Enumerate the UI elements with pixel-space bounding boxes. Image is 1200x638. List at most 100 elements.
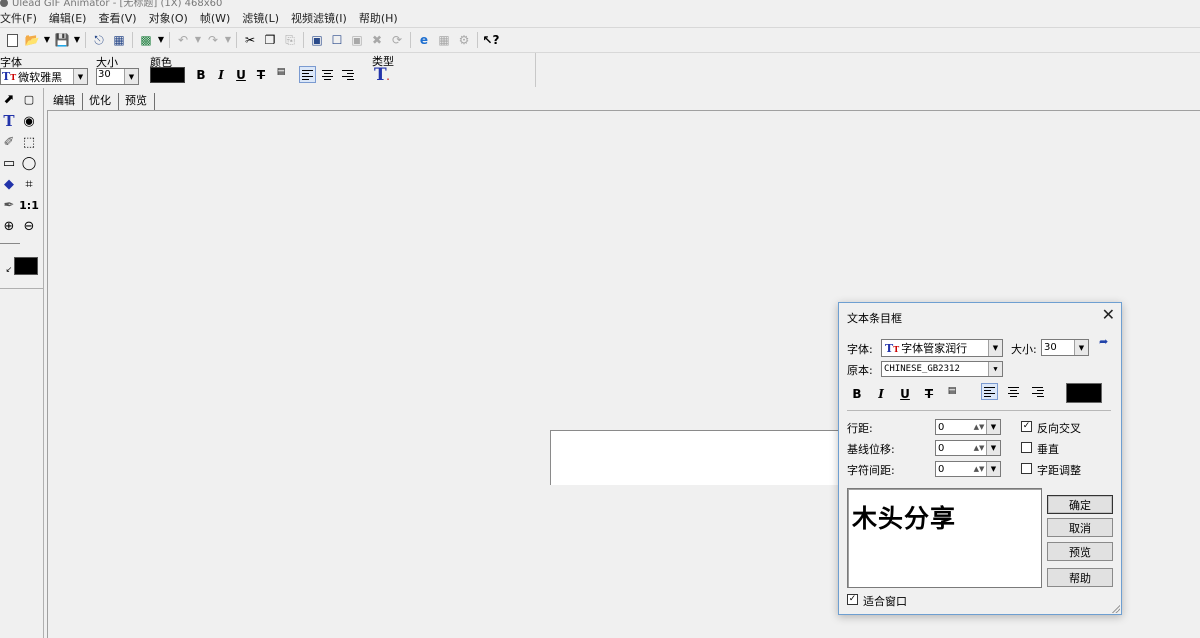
spinner-dropdown-icon[interactable]: ▼ — [986, 420, 1000, 434]
duplicate-frame-icon[interactable]: ☐ — [329, 32, 345, 48]
add-image-icon[interactable]: ⎋ — [91, 32, 107, 48]
tab-preview[interactable]: 预览 — [119, 93, 155, 110]
cancel-button[interactable]: 取消 — [1047, 518, 1113, 537]
open-folder-icon[interactable]: 📂 — [24, 32, 40, 48]
text-entry-area[interactable]: 木头分享 — [847, 488, 1042, 588]
zoom-in-icon[interactable]: ⊕ — [0, 217, 18, 235]
dialog-script-dropdown-icon[interactable]: ▼ — [988, 362, 1002, 376]
spinner-updown-icon[interactable]: ▲▼ — [972, 420, 986, 434]
tab-optimize[interactable]: 优化 — [83, 93, 119, 110]
settings-icon[interactable]: ⚙ — [456, 32, 472, 48]
redo-dropdown-icon[interactable]: ▼ — [224, 32, 232, 48]
text-tool-icon[interactable]: T — [0, 112, 18, 130]
play-tool-icon[interactable]: ◉ — [20, 112, 38, 130]
crop-icon[interactable]: ✖ — [369, 32, 385, 48]
dialog-font-select[interactable]: TT 字体管家润行 ▼ — [881, 339, 1003, 357]
baseline-spinner[interactable]: 0 ▲▼ ▼ — [935, 440, 1001, 456]
copy-icon[interactable]: ❐ — [262, 32, 278, 48]
vertical-checkbox[interactable] — [1021, 442, 1032, 453]
menu-object[interactable]: 对象(O) — [143, 10, 194, 26]
dialog-bold-button[interactable]: B — [849, 387, 865, 401]
tab-edit[interactable]: 编辑 — [47, 93, 83, 110]
align-left-button[interactable] — [299, 66, 316, 83]
help-pointer-icon[interactable]: ↖? — [483, 32, 500, 48]
menu-view[interactable]: 查看(V) — [92, 10, 142, 26]
spinner-updown-icon[interactable]: ▲▼ — [972, 441, 986, 455]
dialog-align-right-button[interactable] — [1029, 383, 1046, 400]
actual-size-tool-icon[interactable]: 1:1 — [19, 196, 39, 214]
dialog-align-left-button[interactable] — [981, 383, 998, 400]
pick-tool-icon[interactable]: ⬈ — [0, 90, 18, 108]
fit-window-checkbox[interactable]: ✓ — [847, 594, 858, 605]
new-file-icon[interactable] — [4, 32, 20, 48]
frame-panel-icon[interactable]: ▣ — [309, 32, 325, 48]
browser-preview-icon[interactable]: e — [416, 32, 432, 48]
save-dropdown-icon[interactable]: ▼ — [73, 32, 81, 48]
preview-button[interactable]: 预览 — [1047, 542, 1113, 561]
spinner-dropdown-icon[interactable]: ▼ — [986, 462, 1000, 476]
properties-dropdown-icon[interactable]: ▼ — [157, 32, 165, 48]
menu-frame[interactable]: 帧(W) — [194, 10, 236, 26]
dialog-size-dropdown-icon[interactable]: ▼ — [1074, 340, 1088, 355]
spinner-updown-icon[interactable]: ▲▼ — [972, 462, 986, 476]
image-canvas[interactable] — [550, 430, 850, 485]
optimize-icon[interactable]: ▦ — [436, 32, 452, 48]
spinner-dropdown-icon[interactable]: ▼ — [986, 441, 1000, 455]
line-spacing-spinner[interactable]: 0 ▲▼ ▼ — [935, 419, 1001, 435]
rotate-icon[interactable]: ⟳ — [389, 32, 405, 48]
undo-icon[interactable]: ↶ — [175, 32, 191, 48]
open-dropdown-icon[interactable]: ▼ — [43, 32, 51, 48]
add-video-icon[interactable]: ▦ — [111, 32, 127, 48]
menu-edit[interactable]: 编辑(E) — [43, 10, 93, 26]
resize-grip-icon[interactable] — [1111, 604, 1120, 613]
save-icon[interactable]: 💾 — [54, 32, 70, 48]
kerning-checkbox[interactable] — [1021, 463, 1032, 474]
text-type-icon[interactable]: T. — [374, 65, 389, 85]
eraser-tool-icon[interactable]: ▭ — [0, 154, 18, 172]
font-dropdown-icon[interactable]: ▼ — [73, 69, 87, 84]
menu-file[interactable]: 文件(F) — [0, 10, 43, 26]
properties-icon[interactable]: ▩ — [138, 32, 154, 48]
redo-icon[interactable]: ↷ — [205, 32, 221, 48]
menu-video-filter[interactable]: 视频滤镜(I) — [285, 10, 353, 26]
zoom-out-icon[interactable]: ⊖ — [20, 217, 38, 235]
size-select[interactable]: 30 ▼ — [96, 68, 139, 85]
menu-filter[interactable]: 滤镜(L) — [236, 10, 285, 26]
reverse-checkbox[interactable]: ✓ — [1021, 421, 1032, 432]
foreground-color-swatch[interactable] — [14, 257, 38, 275]
marquee-tool-icon[interactable]: ▢ — [20, 90, 38, 108]
font-select[interactable]: TT 微软雅黑 ▼ — [0, 68, 88, 85]
paste-icon[interactable]: ⎘ — [282, 32, 298, 48]
align-right-button[interactable] — [339, 66, 356, 83]
char-spacing-spinner[interactable]: 0 ▲▼ ▼ — [935, 461, 1001, 477]
outline-text-icon[interactable]: ▤ — [273, 67, 289, 77]
ok-button[interactable]: 确定 — [1047, 495, 1113, 514]
close-icon[interactable]: ✕ — [1102, 306, 1115, 324]
dialog-outline-icon[interactable]: ▤ — [944, 386, 960, 396]
cut-icon[interactable]: ✂ — [242, 32, 258, 48]
undo-dropdown-icon[interactable]: ▼ — [194, 32, 202, 48]
text-color-swatch[interactable] — [150, 67, 185, 83]
italic-button[interactable]: I — [213, 68, 229, 82]
size-dropdown-icon[interactable]: ▼ — [124, 69, 138, 84]
menu-help[interactable]: 帮助(H) — [353, 10, 404, 26]
fill-tool-icon[interactable]: ◆ — [0, 175, 18, 193]
dialog-size-select[interactable]: 30 ▼ — [1041, 339, 1089, 356]
dialog-italic-button[interactable]: I — [873, 387, 889, 401]
strikethrough-button[interactable]: T — [253, 68, 269, 82]
lasso-tool-icon[interactable]: ⬚ — [20, 133, 38, 151]
underline-button[interactable]: U — [233, 68, 249, 82]
dialog-underline-button[interactable]: U — [897, 387, 913, 401]
ellipse-tool-icon[interactable]: ◯ — [20, 154, 38, 172]
dialog-align-center-button[interactable] — [1005, 383, 1022, 400]
dialog-font-dropdown-icon[interactable]: ▼ — [988, 340, 1002, 356]
brush-tool-icon[interactable]: ✐ — [0, 133, 18, 151]
dialog-color-swatch[interactable] — [1066, 383, 1102, 403]
dialog-strikethrough-button[interactable]: T — [921, 387, 937, 401]
export-icon[interactable]: ➦ — [1099, 335, 1108, 348]
align-center-button[interactable] — [319, 66, 336, 83]
bold-button[interactable]: B — [193, 68, 209, 82]
delete-frame-icon[interactable]: ▣ — [349, 32, 365, 48]
help-button[interactable]: 帮助 — [1047, 568, 1113, 587]
eyedropper-tool-icon[interactable]: ✒ — [0, 196, 18, 214]
